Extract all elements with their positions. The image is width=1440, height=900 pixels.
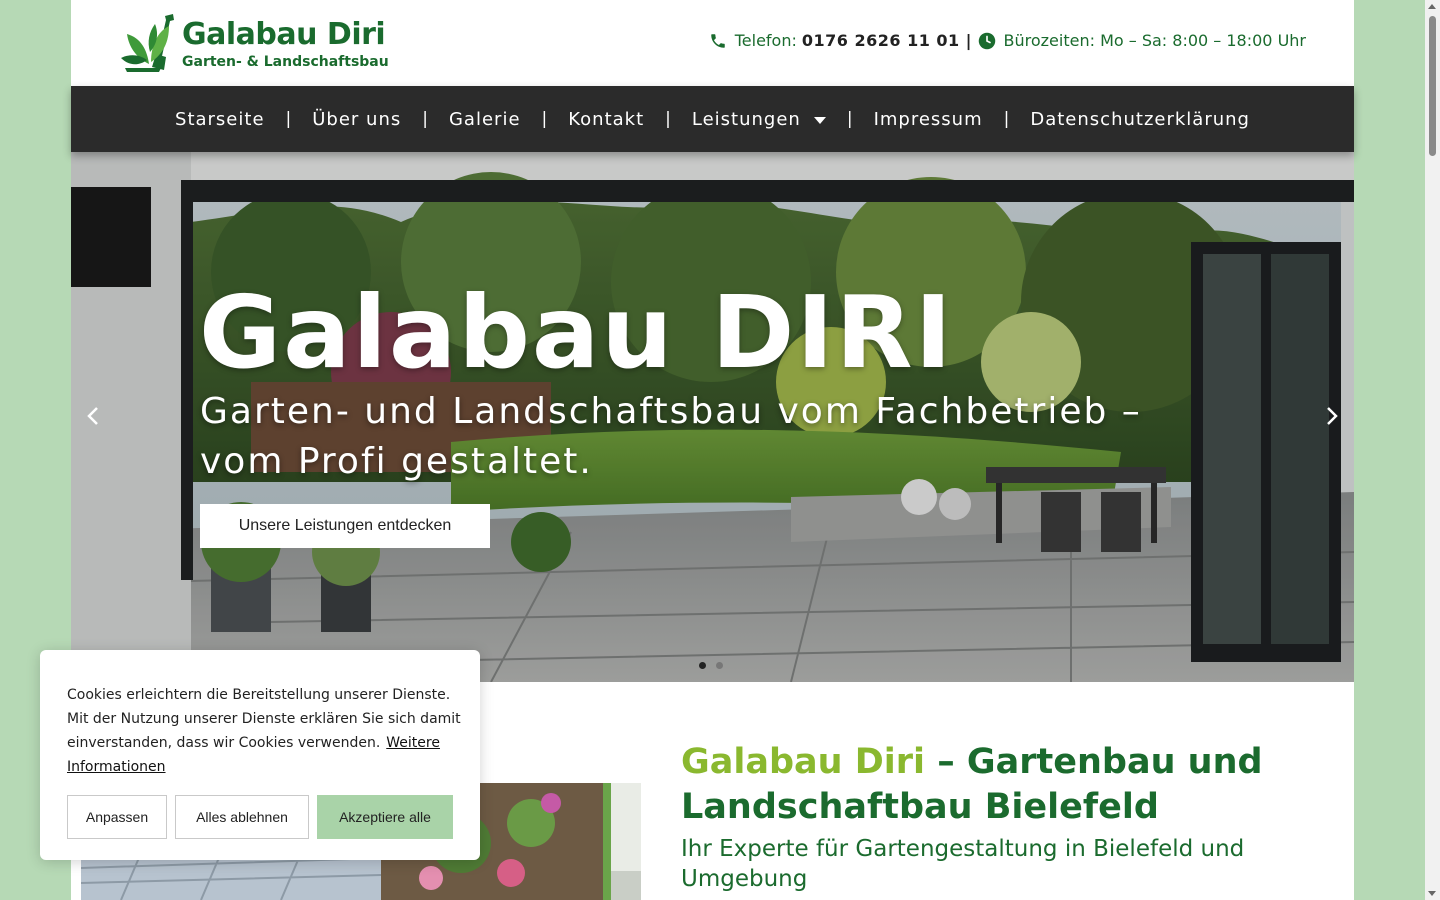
nav-separator: | (665, 109, 671, 129)
section-heading: Galabau Diri – Gartenbau und Landschaftb… (681, 740, 1331, 830)
hero-slider: Galabau DIRI Garten- und Landschaftsbau … (71, 152, 1354, 682)
site-logo[interactable]: Galabau Diri Garten- & Landschaftsbau (121, 12, 389, 74)
office-hours: Bürozeiten: Mo – Sa: 8:00 – 18:00 Uhr (1003, 31, 1306, 50)
chevron-left-icon[interactable] (82, 404, 106, 428)
logo-title: Galabau Diri (182, 17, 386, 52)
slider-dots (699, 662, 723, 669)
slider-dot-1[interactable] (699, 662, 706, 669)
cookie-banner: Cookies erleichtern die Bereitstellung u… (40, 650, 480, 860)
cookie-accept-button[interactable]: Akzeptiere alle (317, 795, 453, 839)
caret-down-icon (813, 116, 826, 124)
scroll-down-icon[interactable] (1428, 891, 1436, 896)
nav-item-kontakt[interactable]: Kontakt (568, 109, 644, 130)
clock-icon (978, 32, 995, 49)
nav-item-ueber-uns[interactable]: Über uns (312, 109, 401, 130)
contact-separator: | (965, 31, 972, 50)
nav-item-leistungen-label: Leistungen (691, 108, 801, 130)
nav-item-datenschutz[interactable]: Datenschutzerklärung (1030, 109, 1250, 130)
plant-shovel-icon (121, 14, 174, 72)
phone-number-link[interactable]: 0176 2626 11 01 (802, 31, 960, 50)
nav-separator: | (846, 109, 853, 129)
scroll-up-icon[interactable] (1428, 4, 1436, 9)
cookie-reject-button[interactable]: Alles ablehnen (175, 795, 309, 839)
nav-separator: | (285, 109, 292, 129)
hero-subtitle: Garten- und Landschaftsbau vom Fachbetri… (200, 391, 1142, 482)
phone-label: Telefon: (734, 31, 797, 50)
hero-title: Galabau DIRI (199, 274, 954, 391)
nav-item-startseite[interactable]: Starseite (175, 109, 265, 130)
section-subheading: Ihr Experte für Gartengestaltung in Biel… (681, 836, 1245, 892)
heading-accent: Galabau Diri (681, 742, 926, 782)
logo-text: Galabau Diri Garten- & Landschaftsbau (182, 17, 389, 71)
cookie-customize-button[interactable]: Anpassen (67, 795, 167, 839)
phone-icon (710, 33, 725, 48)
nav-separator: | (1003, 109, 1010, 129)
slider-dot-2[interactable] (716, 662, 723, 669)
chevron-right-icon[interactable] (1319, 404, 1343, 428)
nav-separator: | (422, 109, 428, 129)
scroll-thumb[interactable] (1429, 16, 1436, 156)
logo-subtitle: Garten- & Landschaftsbau (182, 54, 389, 70)
discover-services-button[interactable]: Unsere Leistungen entdecken (200, 504, 490, 548)
main-navigation: Starseite | Über uns | Galerie | Kontakt… (71, 86, 1354, 152)
cookie-text-block: Cookies erleichtern die Bereitstellung u… (67, 683, 467, 779)
page-scrollbar[interactable] (1425, 0, 1440, 900)
nav-separator: | (541, 109, 548, 129)
nav-item-leistungen[interactable]: Leistungen (692, 109, 826, 130)
header-contact: Telefon: 0176 2626 11 01 | Bürozeiten: M… (709, 31, 1306, 50)
nav-item-impressum[interactable]: Impressum (874, 109, 983, 130)
site-header: Galabau Diri Garten- & Landschaftsbau Te… (71, 0, 1354, 86)
nav-item-galerie[interactable]: Galerie (449, 109, 521, 130)
